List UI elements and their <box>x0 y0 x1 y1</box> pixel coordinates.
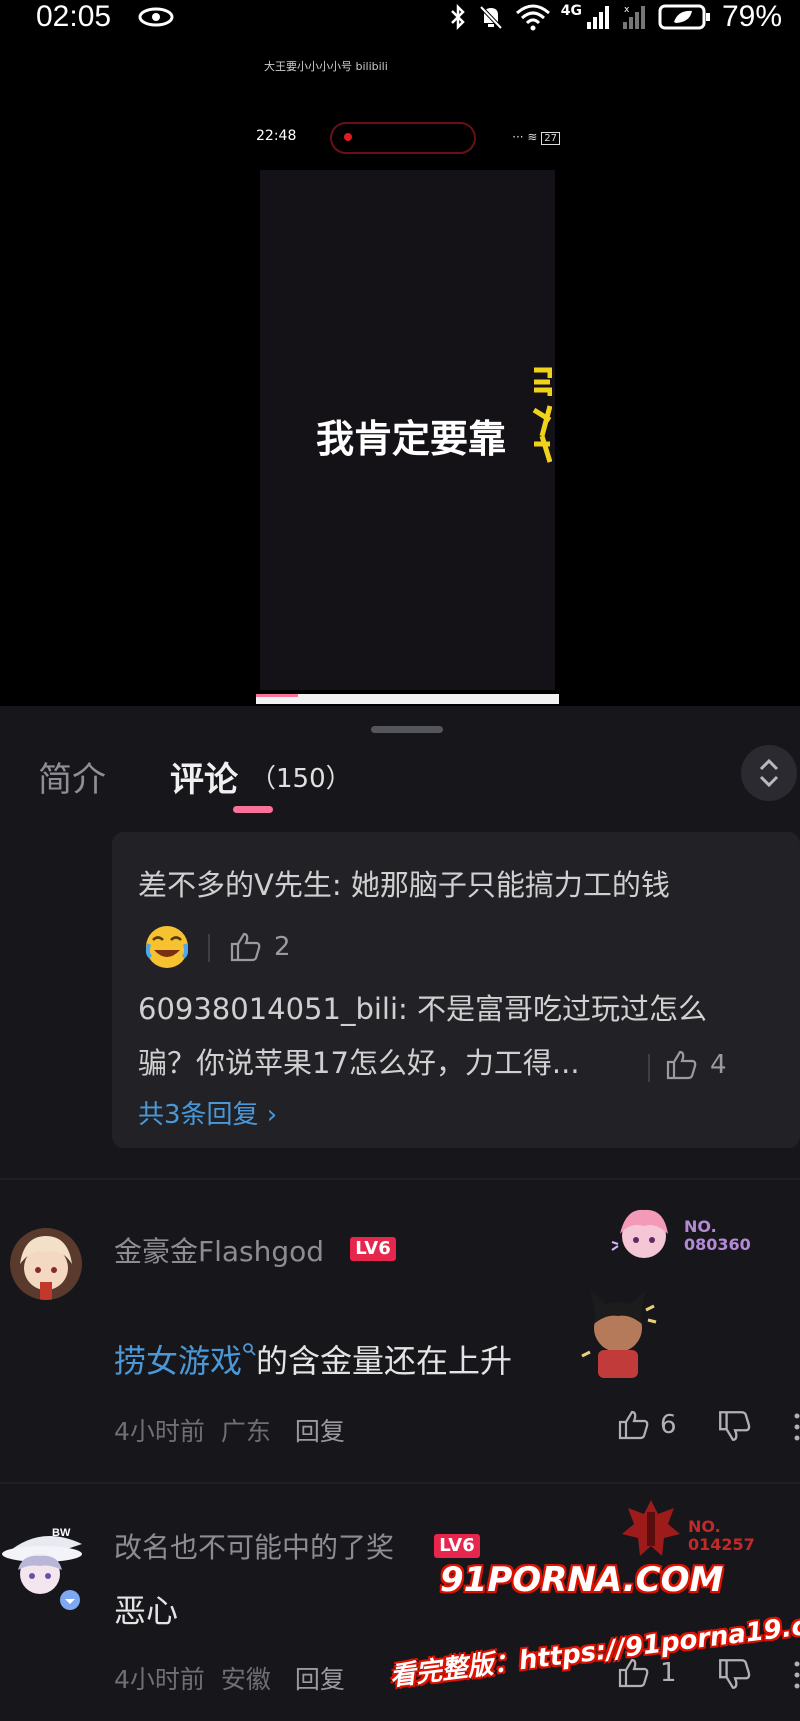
battery-icon <box>658 4 710 30</box>
tab-intro[interactable]: 简介 <box>38 752 106 801</box>
fan-badge-num: 080360 <box>684 1235 751 1254</box>
separator <box>208 934 210 962</box>
video-watermark: 大王要小小小小号 bilibili <box>264 60 388 73</box>
signal-icon <box>586 6 609 29</box>
comment-username[interactable]: 金豪金Flashgod <box>114 1230 324 1270</box>
reply-text: : 她那脑子只能搞力工的钱 <box>331 868 670 902</box>
comment-meta: 4小时前 安徽 回复 <box>114 1660 345 1696</box>
svg-text:BW: BW <box>52 1527 71 1539</box>
wifi-icon <box>515 4 550 31</box>
divider <box>0 1178 800 1180</box>
reply-like-count: 4 <box>710 1050 727 1080</box>
comment-text: 捞女游戏 的含金量还在上升 <box>114 1336 512 1382</box>
thumb-up-icon <box>230 932 261 962</box>
search-icon <box>243 1343 256 1356</box>
more-options-icon[interactable] <box>794 1660 800 1690</box>
video-caption: 我肯定要靠 <box>316 417 507 461</box>
tab-indicator <box>233 806 273 813</box>
more-options-icon[interactable] <box>794 1412 800 1442</box>
fan-badge-no-label: NO. <box>684 1217 717 1236</box>
video-progress-fill <box>256 694 299 697</box>
divider <box>0 1482 800 1484</box>
yellow-subtitle-fragment-icon <box>532 367 552 463</box>
comment-location: 安徽 <box>220 1665 271 1694</box>
video-player[interactable]: 大王要小小小小号 bilibili 22:48 ··· ≋ 27 我肯定要靠 <box>0 40 800 706</box>
fan-badge-num: 014257 <box>688 1535 755 1554</box>
avatar[interactable]: BW <box>0 1514 88 1610</box>
reply-item: 差不多的V先生: 她那脑子只能搞力工的钱 <box>138 862 670 904</box>
witch-girl-avatar-icon: BW <box>2 1527 82 1610</box>
eye-icon <box>138 7 174 27</box>
status-bar: 02:05 4G x 79% <box>0 0 800 40</box>
network-type-label: 4G <box>560 3 582 19</box>
bluetooth-icon <box>450 3 465 31</box>
recording-pill <box>330 122 476 154</box>
comment-text: 恶心 <box>114 1592 179 1630</box>
drag-handle[interactable] <box>371 726 443 733</box>
status-time: 02:05 <box>36 0 112 33</box>
bell-muted-icon <box>479 5 503 30</box>
comment-location: 广东 <box>220 1417 271 1446</box>
comment-time: 4小时前 <box>114 1665 205 1694</box>
comment-username[interactable]: 改名也不可能中的了奖 <box>114 1526 394 1566</box>
comment-text-body: 的含金量还在上升 <box>256 1342 513 1380</box>
inner-battery: 27 <box>541 132 560 145</box>
like-count: 6 <box>660 1410 677 1440</box>
level-badge: LV6 <box>434 1534 480 1558</box>
fan-badge-number: NO. 080360 <box>684 1218 751 1254</box>
thumb-down-icon[interactable] <box>716 1408 752 1444</box>
svg-text:x: x <box>624 5 630 15</box>
like-button[interactable]: 6 <box>616 1408 677 1442</box>
reply-like-button[interactable]: 4 <box>664 1048 727 1082</box>
reply-like-button[interactable]: 2 <box>228 930 291 964</box>
thumb-down-icon[interactable] <box>716 1656 752 1692</box>
search-keyword-link[interactable]: 捞女游戏 <box>114 1342 242 1380</box>
cat-girl-sticker-icon <box>581 1290 657 1378</box>
signal-weak-icon: x <box>622 5 645 29</box>
thumb-up-icon <box>618 1410 649 1440</box>
battery-percent: 79% <box>721 0 782 33</box>
reply-button[interactable]: 回复 <box>295 1665 345 1694</box>
horde-emblem-icon <box>622 1500 680 1556</box>
like-count: 1 <box>660 1658 677 1688</box>
comments-count: （150） <box>250 764 352 794</box>
expand-toggle-button[interactable] <box>741 745 797 801</box>
fan-badge-no-label: NO. <box>688 1517 721 1536</box>
fan-badge-number: NO. 014257 <box>688 1518 755 1554</box>
video-progress-bar[interactable] <box>256 694 559 704</box>
reply-button[interactable]: 回复 <box>295 1417 345 1446</box>
anime-girl-avatar-icon <box>10 1228 82 1300</box>
site-watermark: 91PORNA.COM <box>440 1560 724 1600</box>
chevron-up-down-icon <box>759 758 779 788</box>
view-all-replies-link[interactable]: 共3条回复 › <box>138 1094 277 1131</box>
reply-preview-box[interactable]: 差不多的V先生: 她那脑子只能搞力工的钱 2 60938014051_bili:… <box>112 832 800 1148</box>
comment-time: 4小时前 <box>114 1417 205 1446</box>
tab-comments[interactable]: 评论 <box>170 752 238 801</box>
recording-dot-icon <box>344 133 352 141</box>
inner-status-icons: ··· ≋ 27 <box>512 130 560 145</box>
reply-username[interactable]: 差不多的V先生 <box>138 868 332 902</box>
reply-like-count: 2 <box>274 932 291 962</box>
laughing-crying-emoji-icon <box>145 926 189 968</box>
reply-username[interactable]: 60938014051_bili <box>138 992 398 1026</box>
inner-status-time: 22:48 <box>256 128 297 144</box>
inner-status-bar: 22:48 ··· ≋ 27 <box>254 122 560 154</box>
avatar[interactable] <box>10 1228 82 1300</box>
thumb-up-icon <box>666 1050 697 1080</box>
separator <box>648 1054 650 1082</box>
level-badge: LV6 <box>350 1237 396 1261</box>
fan-badge-chibi-icon <box>611 1209 668 1258</box>
comment-meta: 4小时前 广东 回复 <box>114 1412 345 1448</box>
